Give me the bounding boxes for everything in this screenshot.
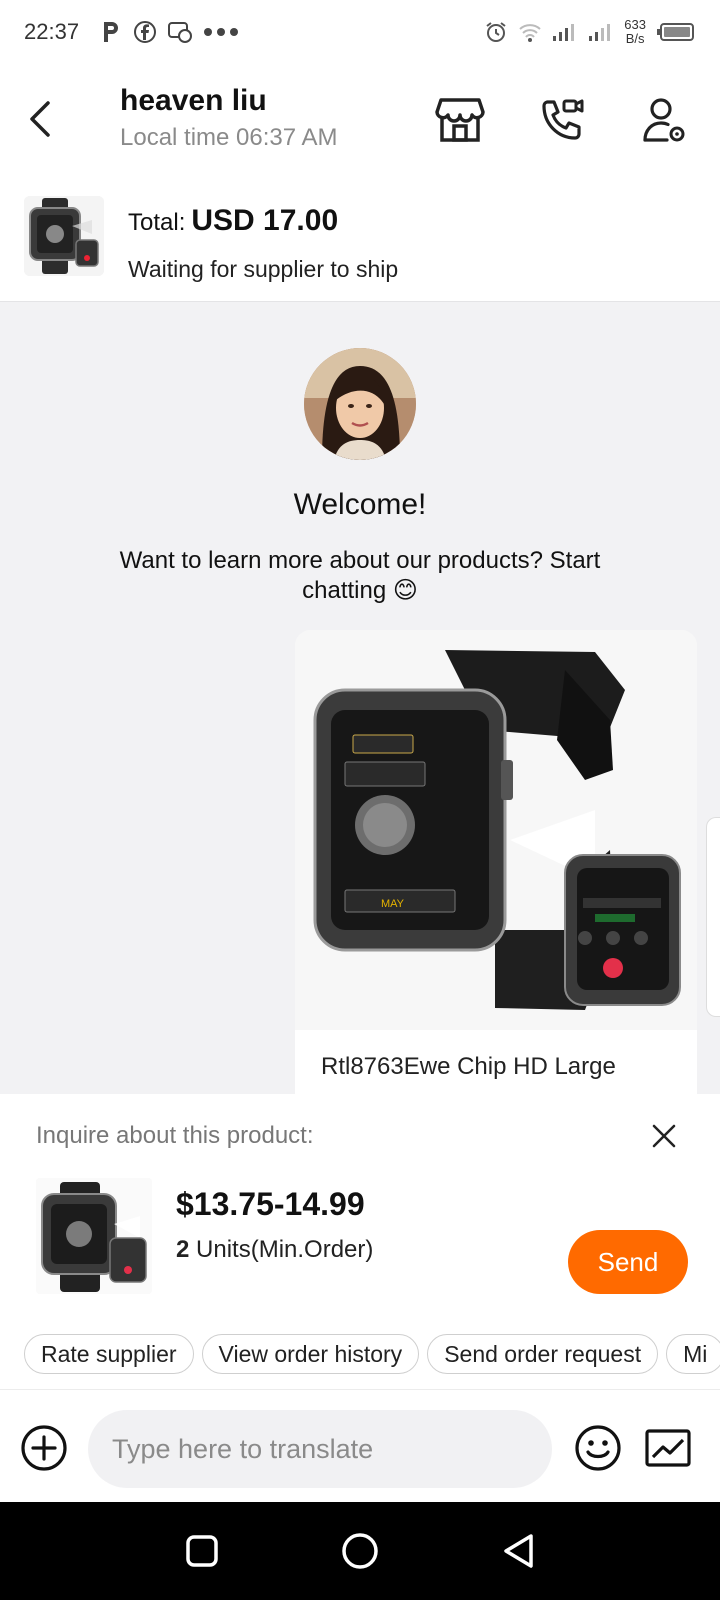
contact-local-time: Local time 06:37 AM <box>120 124 338 151</box>
status-notification-icons <box>101 20 239 44</box>
recents-button[interactable] <box>182 1531 222 1571</box>
more-actions-chip[interactable]: Mi <box>666 1334 720 1374</box>
welcome-title: Welcome! <box>293 488 427 521</box>
video-call-icon <box>542 99 584 140</box>
inquiry-price: $13.75-14.99 <box>176 1186 365 1222</box>
facebook-icon <box>134 21 157 43</box>
signal-icon-2 <box>589 24 611 41</box>
status-bar: 22:37 633 B/s <box>0 0 720 64</box>
quick-actions-bar[interactable]: Rate supplier View order history Send orde… <box>0 1302 720 1390</box>
order-total-amount: USD 17.00 <box>191 204 339 237</box>
network-speed-value: 633 <box>624 17 646 32</box>
order-status: Waiting for supplier to ship <box>128 256 399 282</box>
contact-name: heaven liu <box>120 84 267 117</box>
inquiry-product-thumbnail <box>36 1178 152 1294</box>
order-summary[interactable]: Total: USD 17.00 Waiting for supplier to … <box>0 174 720 302</box>
parking-app-icon <box>104 22 119 42</box>
system-navigation-bar <box>0 1502 720 1600</box>
nav-back-icon <box>504 1534 533 1568</box>
order-total: Total: USD 17.00 <box>128 204 338 238</box>
image-button[interactable] <box>644 1424 692 1472</box>
send-order-request-chip[interactable]: Send order request <box>427 1334 659 1374</box>
inquiry-panel: Inquire about this product: $13.75-14.99… <box>0 1094 720 1302</box>
header-actions <box>434 94 690 146</box>
product-image: MAY <box>295 630 697 1030</box>
home-icon <box>342 1533 378 1569</box>
profile-button[interactable] <box>638 94 690 146</box>
send-inquiry-button[interactable]: Send <box>568 1230 688 1294</box>
welcome-subtitle: Want to learn more about our products? S… <box>119 547 601 604</box>
close-inquiry-button[interactable] <box>644 1116 684 1156</box>
attach-button[interactable] <box>20 1424 68 1472</box>
plus-circle-icon <box>21 1425 67 1471</box>
min-order-quantity: 2 <box>176 1236 190 1263</box>
view-order-history-chip[interactable]: View order history <box>201 1334 420 1374</box>
recents-icon <box>186 1535 218 1567</box>
status-time: 22:37 <box>24 19 80 44</box>
svg-text:MAY: MAY <box>381 898 405 910</box>
inquiry-label: Inquire about this product: <box>36 1122 314 1149</box>
inquiry-min-order: 2 Units(Min.Order) <box>176 1236 373 1264</box>
wifi-icon <box>519 24 541 42</box>
message-input[interactable] <box>88 1410 552 1488</box>
network-speed: 633 B/s <box>624 18 646 46</box>
back-icon <box>30 101 50 137</box>
network-speed-unit: B/s <box>625 31 645 46</box>
store-button[interactable] <box>434 94 486 146</box>
call-button[interactable] <box>536 94 588 146</box>
order-product-thumbnail <box>24 196 104 276</box>
side-drawer-handle[interactable] <box>706 817 720 1017</box>
back-button[interactable] <box>0 64 80 174</box>
order-total-label: Total: <box>128 209 186 236</box>
contact-info: heaven liu Local time 06:37 AM <box>120 84 337 152</box>
rate-supplier-chip[interactable]: Rate supplier <box>24 1334 194 1374</box>
chat-header: heaven liu Local time 06:37 AM <box>0 64 720 174</box>
message-input-bar <box>0 1390 720 1502</box>
status-right-icons: 633 B/s <box>484 18 696 46</box>
min-order-unit: Units(Min.Order) <box>196 1236 374 1263</box>
signal-icon-1 <box>553 24 575 41</box>
product-name[interactable]: Rtl8763Ewe Chip HD Large <box>321 1050 681 1084</box>
battery-icon <box>657 23 694 41</box>
supplier-avatar[interactable] <box>304 348 416 460</box>
image-icon <box>645 1429 691 1467</box>
alarm-icon <box>486 22 506 42</box>
emoji-button[interactable] <box>574 1424 622 1472</box>
emoji-icon <box>575 1425 621 1471</box>
store-icon <box>435 98 485 142</box>
close-icon <box>652 1124 676 1148</box>
nav-back-button[interactable] <box>498 1531 538 1571</box>
more-dots-icon <box>204 28 239 36</box>
profile-settings-icon <box>643 98 685 142</box>
product-card[interactable]: MAY Rtl8763Ewe Chip HD Large <box>295 630 697 1094</box>
messenger-icon <box>168 22 193 43</box>
chat-messages-area[interactable]: Welcome! Want to learn more about our pr… <box>0 302 720 1094</box>
home-button[interactable] <box>340 1531 380 1571</box>
